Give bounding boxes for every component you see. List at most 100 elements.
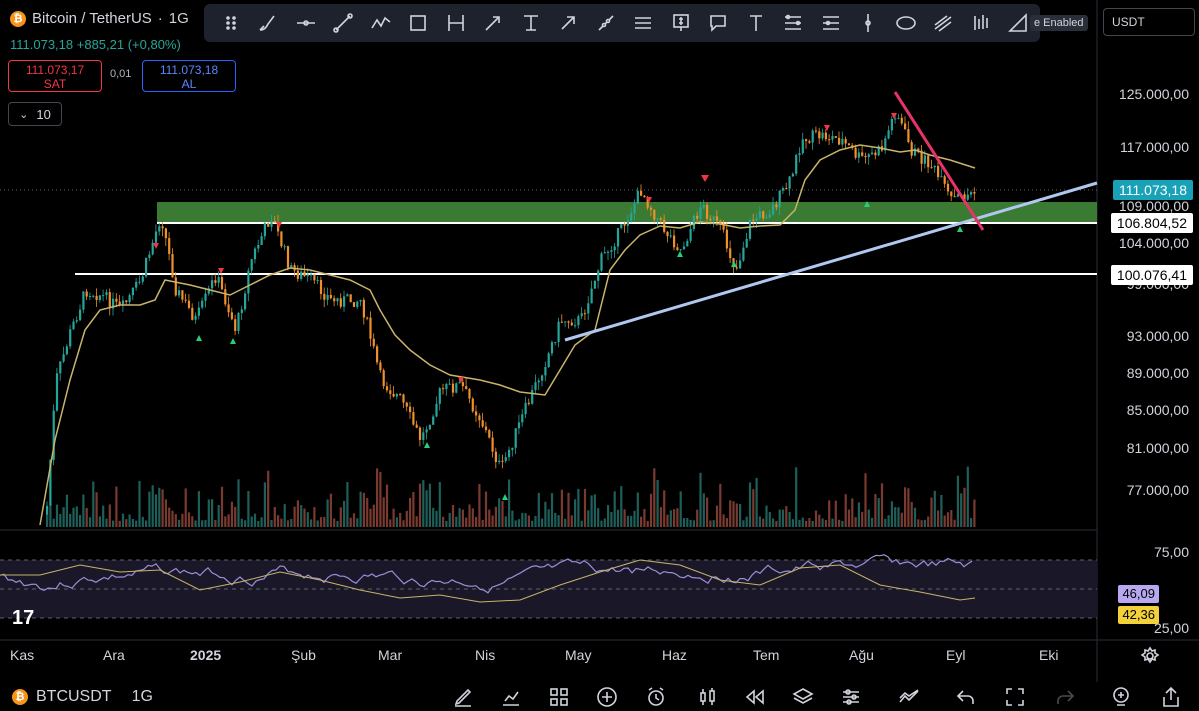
volume-bar bbox=[758, 516, 761, 527]
volume-bar bbox=[580, 520, 583, 527]
redo-icon[interactable] bbox=[1054, 686, 1076, 708]
candle-body bbox=[739, 260, 742, 269]
volume-bar bbox=[65, 494, 68, 527]
candle-body bbox=[174, 277, 177, 296]
candle-body bbox=[735, 267, 738, 269]
share-icon[interactable] bbox=[1160, 686, 1182, 708]
last-price-tag: 111.073,18 bbox=[1113, 180, 1193, 200]
indicators-icon[interactable] bbox=[500, 686, 522, 708]
alert-icon[interactable] bbox=[645, 686, 667, 708]
volume-bar bbox=[471, 508, 474, 527]
candle-body bbox=[234, 319, 237, 331]
add-icon[interactable] bbox=[596, 686, 618, 708]
layout-icon[interactable] bbox=[548, 686, 570, 708]
volume-bar bbox=[517, 519, 521, 527]
candle-body bbox=[686, 240, 689, 247]
volume-bar bbox=[917, 519, 920, 527]
draw-icon[interactable] bbox=[452, 686, 474, 708]
candle-body bbox=[389, 390, 392, 394]
volume-bar bbox=[973, 499, 976, 527]
volume-bar bbox=[706, 497, 709, 527]
volume-bar bbox=[108, 504, 111, 527]
candle-body bbox=[422, 432, 425, 440]
volume-bar bbox=[88, 517, 92, 527]
zoom-icon[interactable] bbox=[1110, 686, 1132, 708]
candle-body bbox=[362, 299, 365, 318]
candle-body bbox=[154, 231, 158, 243]
volume-bar bbox=[438, 482, 441, 527]
settings-sliders-icon[interactable] bbox=[840, 686, 862, 708]
candle-body bbox=[946, 183, 950, 192]
layers-icon[interactable] bbox=[792, 686, 814, 708]
volume-bar bbox=[597, 508, 600, 527]
volume-bar bbox=[253, 513, 257, 527]
buy-signal-icon bbox=[957, 226, 963, 232]
candle-body bbox=[458, 382, 461, 384]
volume-bar bbox=[174, 514, 177, 527]
candle-body bbox=[339, 298, 342, 307]
candle-body bbox=[841, 138, 844, 145]
candle-body bbox=[798, 153, 801, 156]
fullscreen-icon[interactable] bbox=[1004, 686, 1026, 708]
volume-bar bbox=[884, 518, 887, 527]
time-label: Eki bbox=[1039, 647, 1059, 663]
support-zone[interactable] bbox=[157, 202, 1097, 223]
volume-bar bbox=[366, 498, 369, 527]
bottom-interval[interactable]: 1G bbox=[132, 688, 153, 706]
candle-body bbox=[498, 460, 501, 462]
candle-body bbox=[310, 274, 313, 276]
candle-body bbox=[158, 226, 161, 232]
volume-bar bbox=[676, 508, 679, 527]
volume-bar bbox=[613, 491, 616, 527]
signal-markers bbox=[153, 113, 963, 500]
volume-bar bbox=[946, 512, 950, 527]
volume-bar bbox=[748, 482, 752, 527]
volume-bar bbox=[277, 515, 280, 527]
candle-body bbox=[943, 176, 946, 184]
volume-bar bbox=[369, 508, 372, 527]
candles-icon[interactable] bbox=[697, 686, 719, 708]
candle-body bbox=[874, 152, 877, 156]
volume-bar bbox=[610, 512, 613, 527]
volume-bar bbox=[343, 500, 346, 527]
volume-bar bbox=[871, 517, 874, 527]
volume-bar bbox=[445, 520, 448, 527]
candle-body bbox=[897, 117, 900, 119]
candle-body bbox=[560, 321, 563, 323]
price-chart[interactable] bbox=[0, 0, 1199, 711]
bottom-symbol[interactable]: ₿ BTCUSDT 1G bbox=[12, 688, 153, 706]
candle-body bbox=[966, 194, 969, 200]
candle-body bbox=[778, 190, 781, 208]
volume-bar bbox=[504, 516, 507, 527]
volume-bar bbox=[775, 520, 778, 527]
candle-body bbox=[359, 299, 362, 302]
undo-icon[interactable] bbox=[955, 686, 977, 708]
candle-body bbox=[547, 353, 550, 368]
candle-body bbox=[148, 254, 151, 258]
volume-bar bbox=[145, 520, 148, 527]
time-label: Şub bbox=[291, 647, 316, 663]
volume-bar bbox=[524, 513, 527, 527]
volume-bar bbox=[376, 468, 379, 527]
volume-bar bbox=[950, 510, 953, 527]
volume-bar bbox=[131, 518, 134, 527]
volume-bar bbox=[785, 506, 788, 527]
candle-body bbox=[204, 293, 207, 301]
volume-bar bbox=[491, 515, 494, 527]
candle-body bbox=[263, 223, 266, 237]
volume-bar bbox=[762, 518, 765, 527]
volume-bar bbox=[739, 503, 742, 527]
volume-bar bbox=[564, 518, 567, 527]
candle-body bbox=[775, 204, 778, 208]
compare-icon[interactable] bbox=[898, 686, 920, 708]
replay-icon[interactable] bbox=[744, 686, 766, 708]
chart-settings-icon[interactable] bbox=[1139, 645, 1161, 667]
volume-bar bbox=[818, 514, 821, 527]
candle-body bbox=[329, 294, 332, 299]
candle-body bbox=[550, 342, 554, 354]
volume-bar bbox=[323, 516, 326, 527]
candle-body bbox=[623, 224, 626, 226]
candle-body bbox=[828, 139, 831, 141]
candle-body bbox=[240, 309, 243, 314]
volume-bar bbox=[478, 484, 481, 527]
